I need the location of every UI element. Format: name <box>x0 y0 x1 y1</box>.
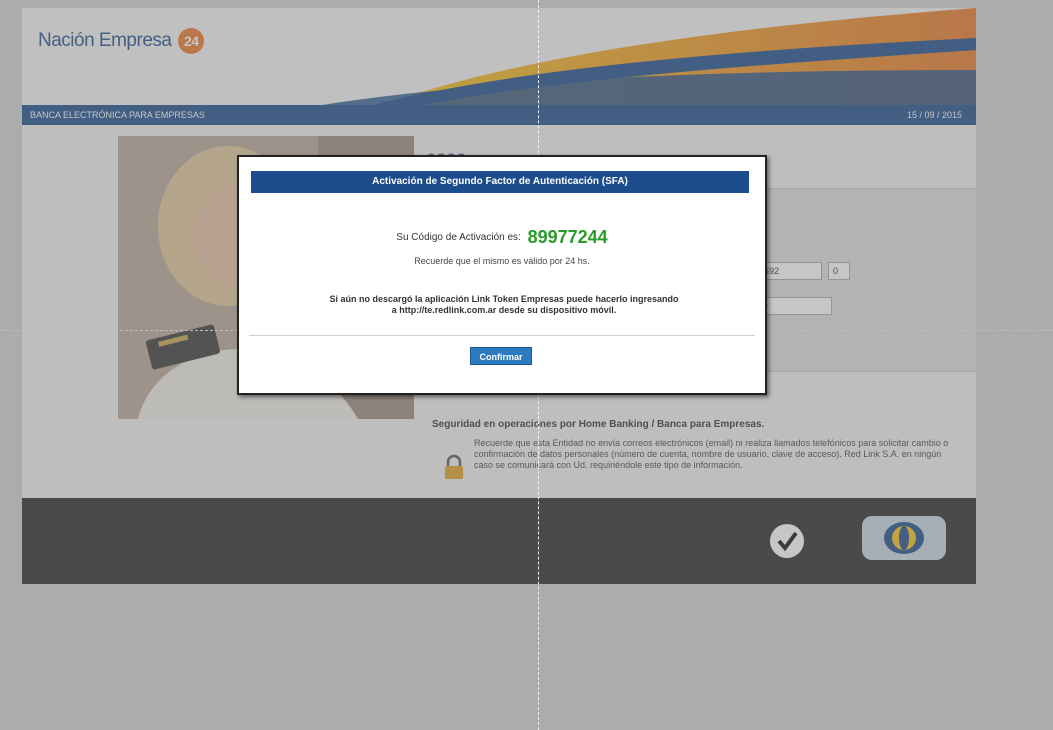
sfa-activation-dialog: Activación de Segundo Factor de Autentic… <box>237 155 767 395</box>
confirm-button[interactable]: Confirmar <box>470 347 532 365</box>
download-note-line-1: Si aún no descargó la aplicación Link To… <box>329 294 679 304</box>
activation-code-value: 89977244 <box>527 227 608 247</box>
activation-code-line: Su Código de Activación es: 89977244 <box>239 227 765 248</box>
validity-text: Recuerde que el mismo es válido por 24 h… <box>414 256 590 266</box>
dialog-title: Activación de Segundo Factor de Autentic… <box>251 171 749 193</box>
activation-code-label: Su Código de Activación es: <box>396 232 521 244</box>
download-note: Si aún no descargó la aplicación Link To… <box>299 294 709 316</box>
download-note-line-2: a http://te.redlink.com.ar desde su disp… <box>391 305 617 315</box>
dialog-divider <box>249 335 755 336</box>
